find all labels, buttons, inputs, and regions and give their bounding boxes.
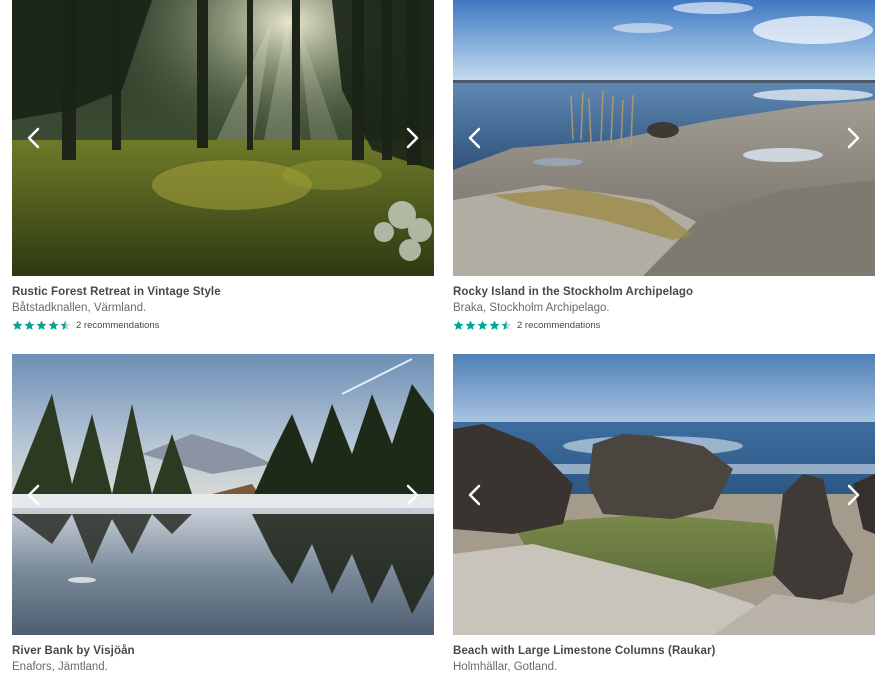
star-icon bbox=[60, 320, 71, 330]
listing-location: Holmhällar, Gotland. bbox=[453, 661, 558, 673]
chevron-left-icon[interactable] bbox=[461, 481, 489, 509]
chevron-left-icon[interactable] bbox=[461, 124, 489, 152]
listing-photo-carousel[interactable] bbox=[12, 354, 434, 635]
star-rating bbox=[453, 320, 513, 331]
chevron-right-icon[interactable] bbox=[839, 481, 867, 509]
chevron-left-icon[interactable] bbox=[20, 481, 48, 509]
star-icon bbox=[465, 320, 476, 330]
listing-location: Båtstadknallen, Värmland. bbox=[12, 302, 147, 314]
listing-title[interactable]: Rustic Forest Retreat in Vintage Style bbox=[12, 286, 434, 298]
star-icon bbox=[453, 320, 464, 330]
listing-card[interactable]: River Bank by Visjöån Enafors, Jämtland. bbox=[12, 354, 434, 673]
listing-title[interactable]: Beach with Large Limestone Columns (Rauk… bbox=[453, 645, 875, 657]
chevron-left-icon[interactable] bbox=[20, 124, 48, 152]
limestone-beach-photo bbox=[453, 354, 875, 635]
listing-title[interactable]: River Bank by Visjöån bbox=[12, 645, 434, 657]
listing-grid: Rustic Forest Retreat in Vintage Style B… bbox=[0, 0, 893, 675]
star-icon bbox=[12, 320, 23, 330]
listing-card[interactable]: Rocky Island in the Stockholm Archipelag… bbox=[453, 0, 875, 332]
star-icon bbox=[501, 320, 512, 330]
recommendation-count: 2 recommendations bbox=[517, 319, 601, 331]
chevron-right-icon[interactable] bbox=[839, 124, 867, 152]
star-icon bbox=[489, 320, 500, 330]
star-icon bbox=[36, 320, 47, 330]
listing-rating: 2 recommendations bbox=[12, 318, 434, 332]
listing-location: Braka, Stockholm Archipelago. bbox=[453, 302, 610, 314]
recommendation-count: 2 recommendations bbox=[76, 319, 160, 331]
chevron-right-icon[interactable] bbox=[398, 124, 426, 152]
river-photo bbox=[12, 354, 434, 635]
star-icon bbox=[48, 320, 59, 330]
chevron-right-icon[interactable] bbox=[398, 481, 426, 509]
listing-photo-carousel[interactable] bbox=[453, 354, 875, 635]
listing-rating: 2 recommendations bbox=[453, 318, 875, 332]
listing-card[interactable]: Rustic Forest Retreat in Vintage Style B… bbox=[12, 0, 434, 332]
archipelago-photo bbox=[453, 0, 875, 276]
star-icon bbox=[24, 320, 35, 330]
star-rating bbox=[12, 320, 72, 331]
listing-photo-carousel[interactable] bbox=[453, 0, 875, 276]
forest-photo bbox=[12, 0, 434, 276]
star-icon bbox=[477, 320, 488, 330]
listing-card[interactable]: Beach with Large Limestone Columns (Rauk… bbox=[453, 354, 875, 673]
listing-photo-carousel[interactable] bbox=[12, 0, 434, 276]
listing-title[interactable]: Rocky Island in the Stockholm Archipelag… bbox=[453, 286, 875, 298]
listing-location: Enafors, Jämtland. bbox=[12, 661, 108, 673]
